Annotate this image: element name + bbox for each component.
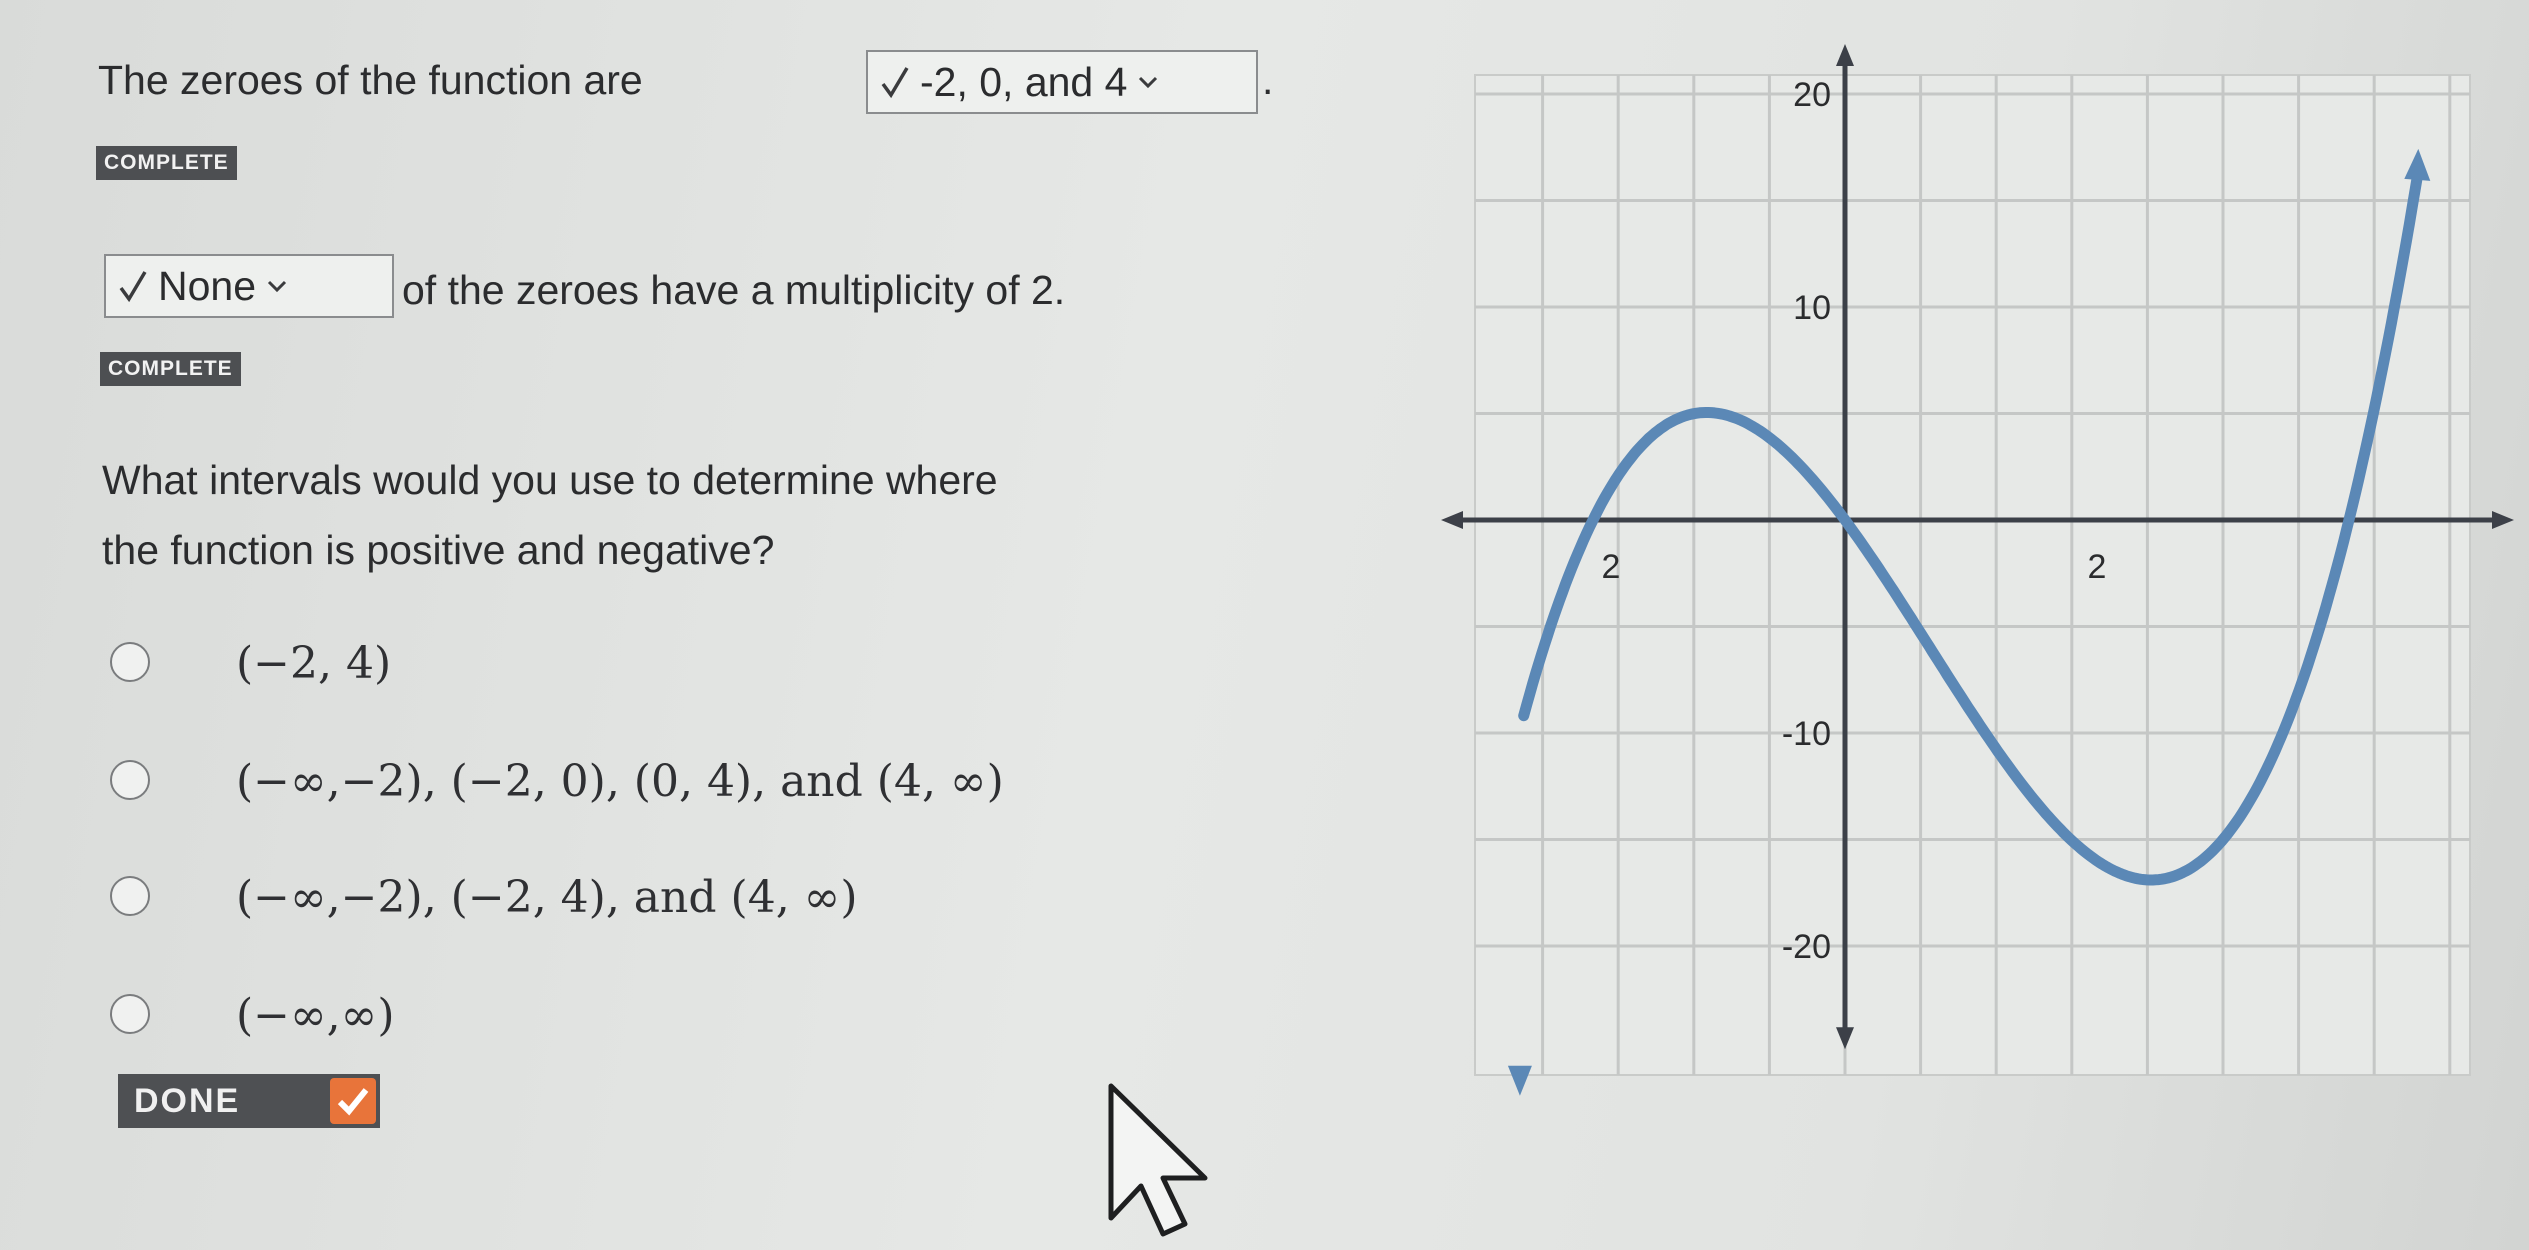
x-tick-label: 2 (2088, 548, 2107, 586)
graph-plot-area (1474, 74, 2471, 1076)
curve-arrow-start (1507, 1065, 1532, 1096)
x-axis-arrow-right (2492, 511, 2514, 529)
y-tick-label: -10 (1782, 715, 1831, 753)
graph-grid (1474, 74, 2471, 1076)
y-tick-label: 20 (1793, 76, 1831, 114)
function-graph: 20 10 -10 -20 2 2 (1441, 44, 2514, 1096)
x-tick-label: 2 (1602, 548, 1621, 586)
x-axis-arrow-left (1441, 511, 1463, 529)
y-axis-arrow-up (1836, 44, 1854, 67)
y-tick-label: 10 (1793, 289, 1831, 327)
y-tick-label: -20 (1782, 928, 1831, 966)
mouse-pointer-icon (1108, 1083, 1208, 1237)
